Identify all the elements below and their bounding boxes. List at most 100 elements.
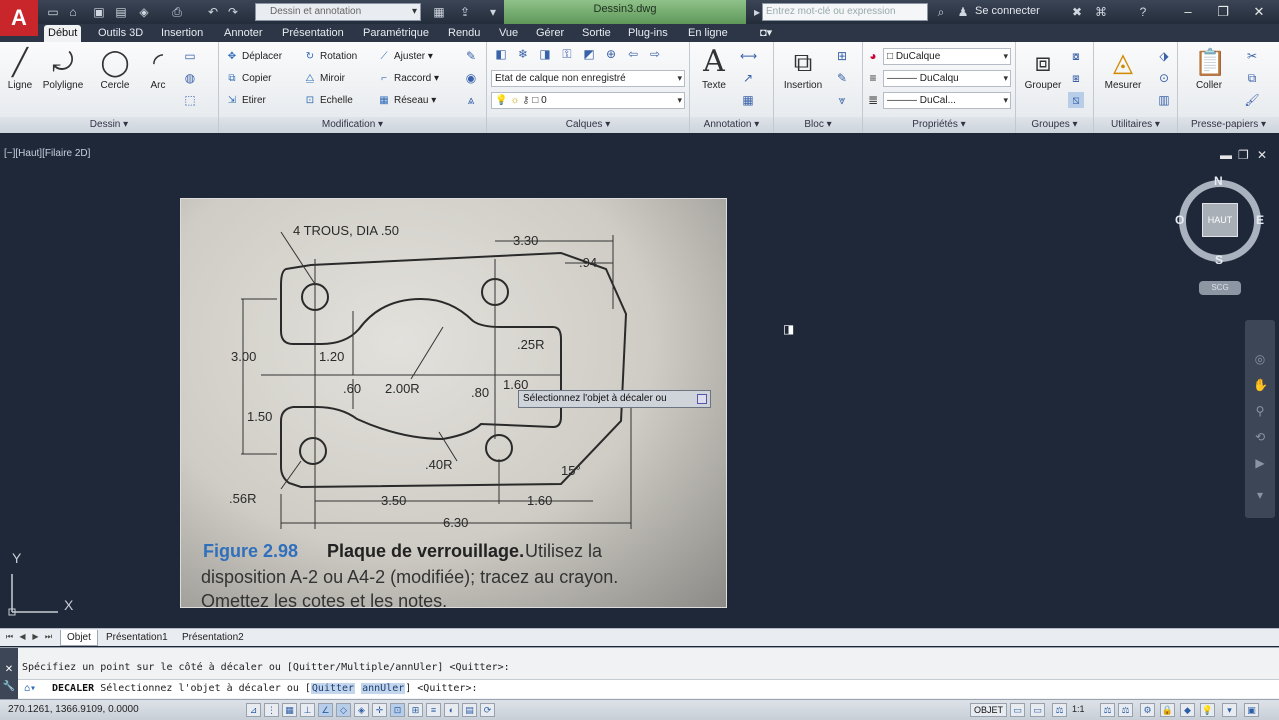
new-file-icon[interactable]: ▭ [46,5,60,19]
wrench-icon[interactable]: 🔧 [0,675,18,692]
auto-scale-icon[interactable]: ⚖ [1118,703,1133,717]
layer-properties-icon[interactable]: ◧ [493,46,509,62]
redo-icon[interactable]: ↷ [226,5,240,19]
tab-en-ligne[interactable]: En ligne [684,25,732,42]
text-button[interactable]: A Texte [696,46,732,92]
erase-icon[interactable]: ✎ [463,48,479,64]
otrack-icon[interactable]: ✛ [372,703,387,717]
compass-south[interactable]: S [1215,253,1223,267]
lock-ui-icon[interactable]: 🔒 [1160,703,1175,717]
hatch-icon[interactable]: ◍ [182,70,198,86]
save-icon[interactable]: ▣ [92,5,106,19]
ribbon-options-icon[interactable]: ◘▾ [756,25,776,42]
polar-icon[interactable]: ∠ [318,703,333,717]
trim-button[interactable]: ⟋ Ajuster ▾ [377,48,433,66]
calculator-icon[interactable]: ▥ [1156,92,1172,108]
quick-select-icon[interactable]: ⬗ [1156,48,1172,64]
group-select-icon[interactable]: ⧅ [1068,92,1084,108]
user-icon[interactable]: ♟ [956,5,970,19]
tab-layout-2[interactable]: Présentation2 [176,630,250,646]
tab-outils-3d[interactable]: Outils 3D [94,25,147,42]
grid-icon[interactable]: ▦ [282,703,297,717]
first-tab-icon[interactable]: ⏮ [4,631,15,643]
panel-title-calques[interactable]: Calques ▾ [487,117,689,133]
snap-icon[interactable]: ⋮ [264,703,279,717]
region-icon[interactable]: ⬚ [182,92,198,108]
stretch-button[interactable]: ⇲ Etirer [225,92,266,110]
last-tab-icon[interactable]: ⏭ [43,631,54,643]
panel-title-bloc[interactable]: Bloc ▾ [774,117,862,133]
web-icon[interactable]: ◈ [137,5,151,19]
annotation-scale-value[interactable]: 1:1 [1072,704,1085,714]
layer-off-icon[interactable]: ◩ [581,46,597,62]
dyn-icon[interactable]: ⊞ [408,703,423,717]
layer-state-select[interactable]: Etat de calque non enregistré ▾ [491,70,685,87]
tab-model[interactable]: Objet [60,630,98,646]
workspace-switch-icon[interactable]: ⚙ [1140,703,1155,717]
color-select[interactable]: □ DuCalque ▾ [883,48,1011,65]
layer-previous-icon[interactable]: ⇦ [625,46,641,62]
transparency-icon[interactable]: ◐ [444,703,459,717]
edit-block-icon[interactable]: ✎ [834,70,850,86]
layer-walk-icon[interactable]: ⇨ [647,46,663,62]
current-layer-select[interactable]: 💡 ☼ ⚷ □ 0 ▾ [491,92,685,109]
open-file-icon[interactable]: ⌂ [66,5,80,19]
more-chevron-icon[interactable]: ▾ [486,5,500,19]
command-icon[interactable]: ⌂▾ [24,680,36,698]
tab-insertion[interactable]: Insertion [157,25,207,42]
mirror-button[interactable]: ⧋ Miroir [303,70,345,88]
group-button[interactable]: ⧈ Grouper [1020,46,1066,91]
maximize-button[interactable]: ❐ [1210,2,1236,22]
tab-gerer[interactable]: Gérer [532,25,568,42]
polyline-button[interactable]: ⤾ Polyligne [40,46,86,91]
keyword-annuler[interactable]: annUler [361,683,406,694]
compass-north[interactable]: N [1214,174,1223,188]
ungroup-icon[interactable]: ⧇ [1068,48,1084,64]
measure-button[interactable]: ◬ Mesurer [1098,46,1148,91]
viewport-close-icon[interactable]: ✕ [1257,148,1267,162]
selection-cycling-icon[interactable]: ⟳ [480,703,495,717]
viewport-minimize-icon[interactable]: ▬ [1220,148,1232,162]
compass-east[interactable]: E [1256,213,1264,227]
paste-button[interactable]: 📋 Coller [1186,46,1232,91]
attribute-icon[interactable]: ⩔ [834,92,850,108]
fillet-button[interactable]: ⌐ Raccord ▾ [377,70,439,88]
arc-button[interactable]: ◜ Arc [142,46,174,91]
connect-icon[interactable]: ⌘ [1094,5,1108,19]
move-button[interactable]: ✥ Déplacer [225,48,282,66]
rotate-button[interactable]: ↻ Rotation [303,48,357,66]
tab-plug-ins[interactable]: Plug-ins [624,25,672,42]
panel-title-modification[interactable]: Modification ▾ [219,117,486,133]
insert-block-button[interactable]: ⧉ Insertion [778,46,828,91]
tab-sortie[interactable]: Sortie [578,25,615,42]
clean-screen-icon[interactable]: ▣ [1244,703,1259,717]
leader-icon[interactable]: ↗ [740,70,756,86]
3d-osnap-icon[interactable]: ◈ [354,703,369,717]
panel-title-groupes[interactable]: Groupes ▾ [1016,117,1093,133]
help-icon[interactable]: ? [1136,5,1150,19]
next-tab-icon[interactable]: ▶ [30,631,41,643]
pan-icon[interactable]: ✋ [1253,378,1268,392]
panel-title-proprietes[interactable]: Propriétés ▾ [863,117,1015,133]
share-icon[interactable]: ⇪ [458,5,472,19]
group-edit-icon[interactable]: ⧆ [1068,70,1084,86]
annotation-scale-icon[interactable]: ⚖ [1052,703,1067,717]
cut-icon[interactable]: ✂ [1244,48,1260,64]
save-as-icon[interactable]: ▤ [114,5,128,19]
close-icon[interactable]: ✕ [0,648,18,675]
zoom-icon[interactable]: ⚲ [1253,404,1267,418]
layer-isolate-icon[interactable]: ◨ [537,46,553,62]
quick-properties-icon[interactable]: ▤ [462,703,477,717]
tab-parametrique[interactable]: Paramétrique [359,25,433,42]
infer-constraints-icon[interactable]: ⊿ [246,703,261,717]
close-button[interactable]: ✕ [1246,2,1272,22]
hardware-acceleration-icon[interactable]: ◆ [1180,703,1195,717]
match-properties-icon[interactable]: 🖌 [1244,92,1260,108]
dimension-icon[interactable]: ⟷ [740,48,757,64]
quick-view-drawings-icon[interactable]: ▭ [1030,703,1045,717]
viewport-restore-icon[interactable]: ❐ [1238,148,1249,162]
layer-freeze-icon[interactable]: ❄ [515,46,531,62]
layer-lock-icon[interactable]: ⚿ [559,46,575,62]
showmotion-icon[interactable]: ▶ [1253,456,1267,470]
table-icon[interactable]: ▦ [740,92,756,108]
